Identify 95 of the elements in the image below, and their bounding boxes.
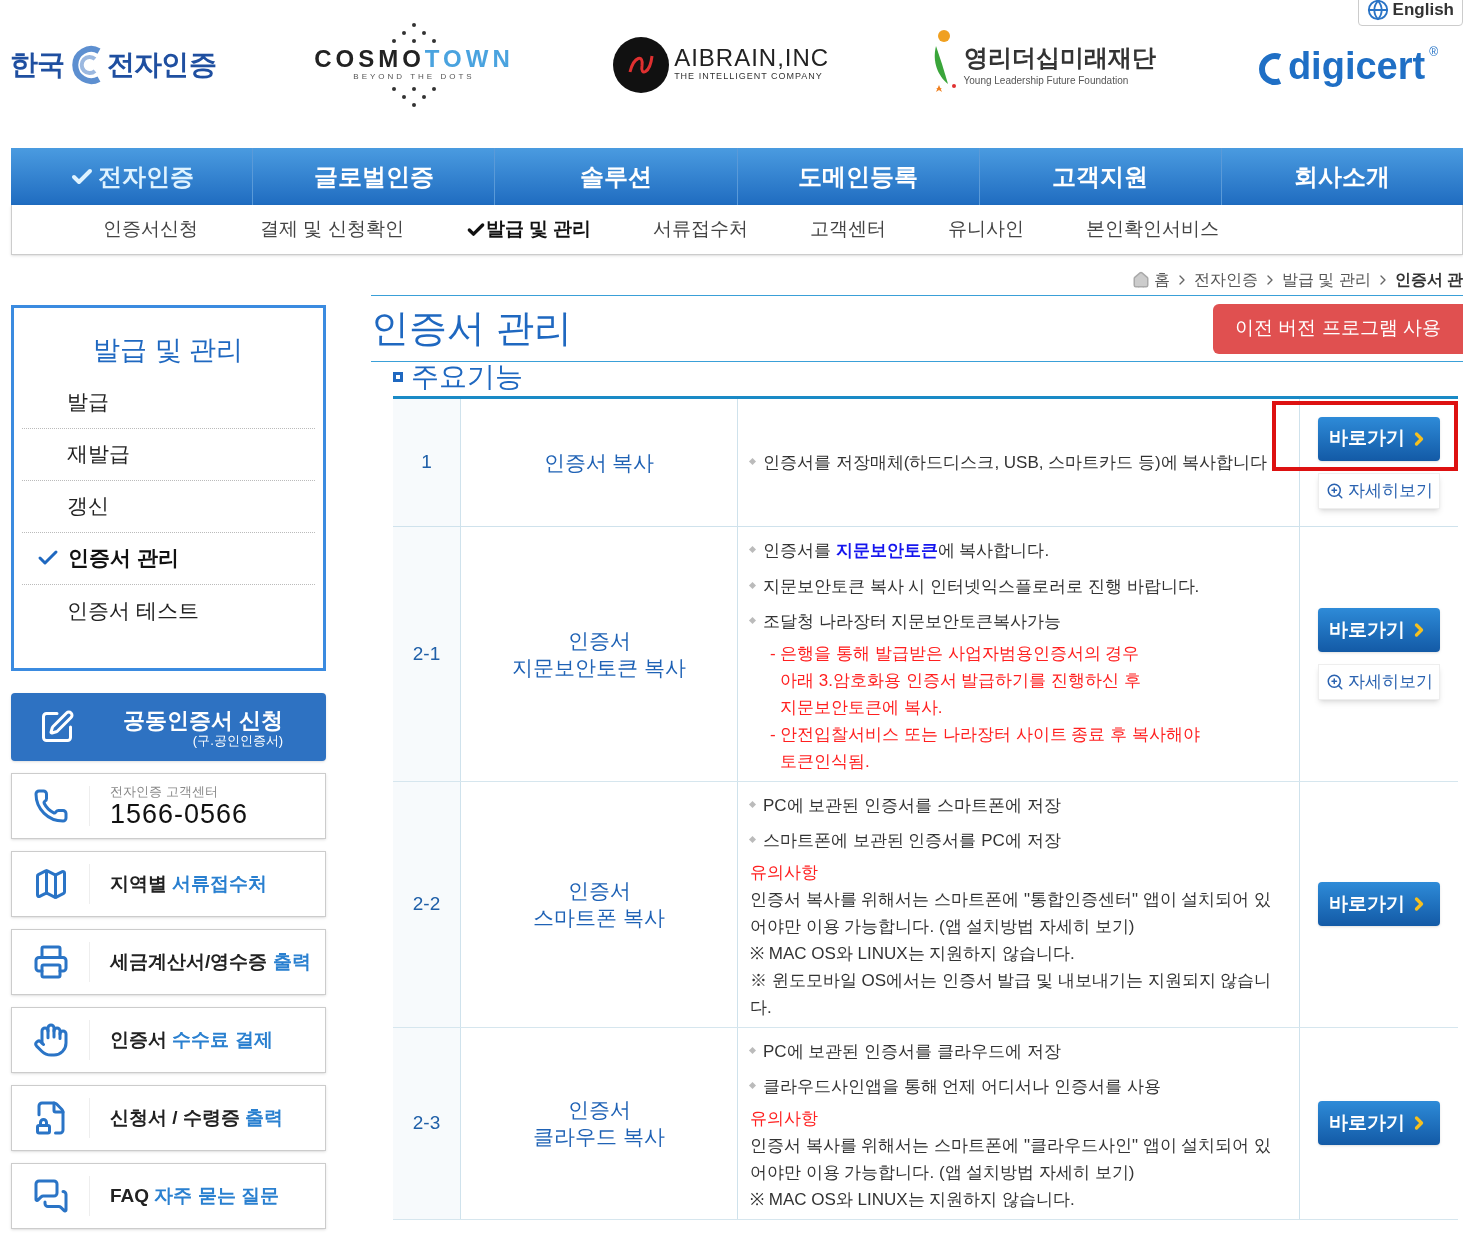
description-text: 인증서 복사를 위해서는 스마트폰에 "클라우드사인" 앱이 설치되어 있어야만 이용 가능합니다. (앱 설치방법 자세히 보기) bbox=[750, 1134, 1273, 1184]
globe-icon bbox=[1366, 0, 1389, 21]
sub-nav-tab[interactable]: 유니사인 bbox=[917, 215, 1056, 244]
home-icon bbox=[1131, 271, 1150, 289]
note-text: - 안전입찰서비스 또는 나라장터 사이트 종료 후 복사해야 토큰인식됨. bbox=[769, 723, 1201, 773]
description-text: PC에 보관된 인증서를 클라우드에 저장 bbox=[763, 1040, 1061, 1063]
sidebar-title: 발급 및 관리 bbox=[92, 334, 245, 367]
description-text: 조달청 나라장터 지문보안토큰복사가능 bbox=[763, 611, 1062, 633]
sub-nav-tab[interactable]: 결제 및 신청확인 bbox=[229, 215, 435, 244]
bullet-icon bbox=[748, 1081, 757, 1090]
button-subtitle: (구.공인인증서) bbox=[192, 734, 284, 748]
breadcrumb-link[interactable]: 전자인증 bbox=[1193, 268, 1258, 292]
bullet-icon bbox=[748, 581, 757, 589]
quick-link[interactable]: 인증서 수수료 결제 bbox=[11, 1007, 326, 1073]
note-text: - 은행을 통해 발급받은 사업자범용인증서의 경우 아래 3.암호화용 인증서 발급하기를 진행하신 후 지문보안토큰에 복사. bbox=[769, 642, 1142, 719]
bullet-icon bbox=[748, 457, 757, 465]
main-nav-tab[interactable]: 도메인등록 bbox=[737, 148, 980, 205]
main-nav-tab[interactable]: 회사소개 bbox=[1221, 148, 1463, 205]
description-text: 지문보안토큰 복사 시 인터넷익스플로러로 진행 바랍니다. bbox=[763, 575, 1200, 598]
bullet-icon bbox=[748, 1046, 757, 1054]
legacy-program-button[interactable]: 이전 버전 프로그램 사용 bbox=[1213, 303, 1463, 354]
sub-nav-tab[interactable]: 서류접수처 bbox=[622, 215, 780, 244]
go-button[interactable]: 바로가기 bbox=[1318, 607, 1440, 652]
go-button[interactable]: 바로가기 bbox=[1318, 1101, 1440, 1145]
number-cell: 1 bbox=[393, 399, 461, 526]
description-text: ※ 윈도모바일 OS에서는 인증서 발급 및 내보내기는 지원되지 않습니다. bbox=[750, 969, 1273, 1019]
go-button[interactable]: 바로가기 bbox=[1318, 416, 1440, 461]
quick-link-label: 지역별 서류접수처 bbox=[109, 871, 268, 896]
breadcrumb-link[interactable]: 인증서 관 bbox=[1394, 268, 1463, 292]
sidebar-item[interactable]: 발급 bbox=[22, 376, 315, 429]
description-text: ※ MAC OS와 LINUX는 지원하지 않습니다. bbox=[750, 942, 1076, 965]
breadcrumb-link[interactable]: 발급 및 관리 bbox=[1281, 268, 1371, 292]
quick-link[interactable]: 지역별 서류접수처 bbox=[11, 851, 326, 917]
sub-nav-tab[interactable]: 발급 및 관리 bbox=[434, 215, 623, 244]
quick-link-label: FAQ 자주 묻는 질문 bbox=[109, 1183, 279, 1208]
section-title: 주요기능 bbox=[411, 360, 523, 394]
logo[interactable]: COSMO TOWN BEYOND THE DOTS bbox=[314, 21, 514, 109]
description-text: 인증서를 저장매체(하드디스크, USB, 스마트카드 등)에 복사합니다 bbox=[763, 451, 1268, 474]
sub-nav-tab[interactable]: 본인확인서비스 bbox=[1055, 215, 1251, 244]
number-cell: 2-2 bbox=[393, 781, 461, 1027]
main-nav-tab[interactable]: 고객지원 bbox=[979, 148, 1222, 205]
phone-icon bbox=[32, 788, 69, 824]
printer-icon bbox=[32, 944, 69, 980]
quick-link[interactable]: 신청서 / 수령증 출력 bbox=[11, 1085, 326, 1151]
page-title: 인증서 관리 bbox=[371, 306, 572, 351]
zoom-in-icon bbox=[1325, 481, 1344, 500]
pen-square-icon bbox=[39, 709, 75, 745]
logo[interactable]: 영리더십미래재단 Young Leadership Future Foundation bbox=[927, 28, 1156, 102]
language-button[interactable]: English bbox=[1357, 0, 1463, 26]
bullet-icon bbox=[748, 835, 757, 844]
description-text: PC에 보관된 인증서를 스마트폰에 저장 bbox=[763, 794, 1061, 817]
quick-link-label: 인증서 수수료 결제 bbox=[109, 1027, 273, 1052]
main-nav-tab[interactable]: 솔루션 bbox=[495, 148, 738, 205]
number-cell: 2-1 bbox=[393, 527, 461, 781]
bullet-icon bbox=[748, 545, 757, 554]
bullet-icon bbox=[748, 800, 757, 808]
description-text: ※ MAC OS와 LINUX는 지원하지 않습니다. bbox=[750, 1188, 1076, 1211]
main-nav-tab[interactable]: 글로벌인증 bbox=[253, 148, 496, 205]
quick-link[interactable]: FAQ 자주 묻는 질문 bbox=[11, 1163, 326, 1229]
logo[interactable]: digicert® bbox=[1253, 43, 1438, 87]
sidebar-item[interactable]: 인증서 관리 bbox=[22, 532, 315, 585]
phone-number: 1566-0566 bbox=[110, 800, 249, 828]
sidebar-item[interactable]: 갱신 bbox=[22, 480, 315, 533]
warning-title: 유의사항 bbox=[750, 1107, 819, 1130]
square-bullet-icon bbox=[393, 372, 403, 382]
apply-certificate-button[interactable]: 공동인증서 신청 (구.공인인증서) bbox=[11, 693, 326, 761]
description-text: 클라우드사인앱을 통해 언제 어디서나 인증서를 사용 bbox=[763, 1076, 1161, 1098]
chat-bubbles-icon bbox=[32, 1178, 69, 1214]
go-button[interactable]: 바로가기 bbox=[1318, 882, 1440, 926]
bullet-icon bbox=[748, 616, 757, 625]
quick-link-label: 세금계산서/영수증 출력 bbox=[109, 949, 311, 974]
detail-button[interactable]: 자세히보기 bbox=[1318, 663, 1440, 700]
logo[interactable]: AIBRAIN,INC THE INTELLIGENT COMPANY bbox=[612, 36, 830, 94]
warning-title: 유의사항 bbox=[750, 861, 819, 884]
hand-icon bbox=[32, 1022, 69, 1058]
breadcrumb-link[interactable]: 홈 bbox=[1153, 268, 1170, 292]
description-text: 인증서 복사를 위해서는 스마트폰에 "통합인증센터" 앱이 설치되어 있어야만 이용 가능합니다. (앱 설치방법 자세히 보기) bbox=[750, 888, 1273, 938]
sidebar-item[interactable]: 인증서 테스트 bbox=[22, 584, 315, 637]
sub-nav-tab[interactable]: 인증서신청 bbox=[72, 215, 229, 244]
detail-button[interactable]: 자세히보기 bbox=[1318, 472, 1440, 509]
quick-link-label: 신청서 / 수령증 출력 bbox=[109, 1105, 284, 1130]
phone-label: 전자인증 고객센터 bbox=[110, 784, 219, 801]
quick-link[interactable]: 세금계산서/영수증 출력 bbox=[11, 929, 326, 995]
feature-name: 인증서 복사 bbox=[461, 399, 738, 526]
description-text: 스마트폰에 보관된 인증서를 PC에 저장 bbox=[763, 830, 1061, 852]
description-text: 인증서를 지문보안토큰에 복사합니다. bbox=[763, 540, 1050, 562]
number-cell: 2-3 bbox=[393, 1027, 461, 1219]
feature-name: 인증서 지문보안토큰 복사 bbox=[461, 527, 738, 781]
sub-nav-tab[interactable]: 고객센터 bbox=[779, 215, 918, 244]
feature-name: 인증서 클라우드 복사 bbox=[461, 1027, 738, 1219]
zoom-in-icon bbox=[1325, 672, 1344, 691]
logo[interactable]: 한국 전자인증 bbox=[10, 44, 216, 86]
sidebar-item[interactable]: 재발급 bbox=[22, 428, 315, 481]
feature-name: 인증서 스마트폰 복사 bbox=[461, 781, 738, 1027]
button-title: 공동인증서 신청 bbox=[123, 706, 284, 735]
